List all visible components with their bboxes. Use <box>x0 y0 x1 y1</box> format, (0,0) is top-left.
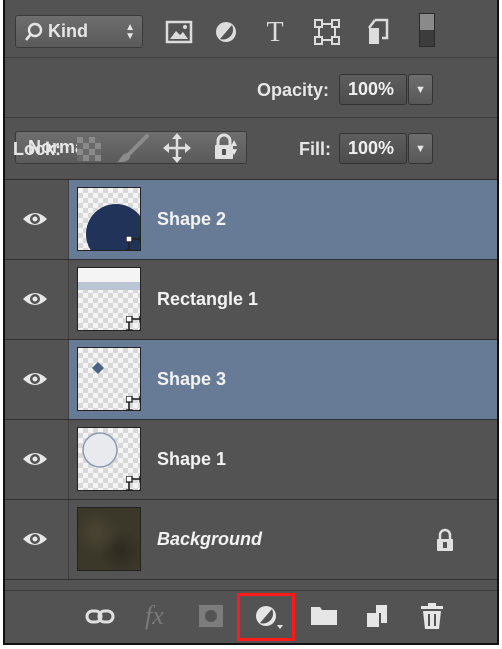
new-group-icon[interactable] <box>310 604 338 626</box>
layer-row-rectangle-1[interactable]: Rectangle 1 <box>5 260 497 340</box>
lock-label: Lock: <box>13 139 62 159</box>
visibility-eye-icon[interactable] <box>21 288 49 310</box>
vector-mask-icon <box>126 396 140 410</box>
bottom-toolbar: fx <box>5 590 497 644</box>
vector-mask-icon <box>126 236 140 250</box>
vector-mask-icon <box>126 476 140 490</box>
shape-filter-icon[interactable] <box>314 19 340 45</box>
fill-label: Fill: <box>299 139 331 159</box>
kind-filter-label: Kind <box>48 21 88 41</box>
opacity-dropdown-button[interactable]: ▼ <box>408 74 433 105</box>
lock-transparent-pixels-icon[interactable] <box>77 137 101 161</box>
visibility-eye-icon[interactable] <box>21 368 49 390</box>
delete-layer-icon[interactable] <box>420 602 444 630</box>
lock-position-icon[interactable] <box>163 133 191 163</box>
visibility-eye-icon[interactable] <box>21 448 49 470</box>
fill-input[interactable]: 100% <box>339 133 407 164</box>
shape-3-thumbnail <box>77 347 141 411</box>
lock-bar: Lock: Fill: 100% ▼ <box>5 118 497 180</box>
link-layers-icon[interactable] <box>85 607 115 627</box>
visibility-eye-icon[interactable] <box>21 208 49 230</box>
smart-object-filter-icon[interactable] <box>365 18 391 46</box>
layer-name[interactable]: Shape 2 <box>157 180 226 259</box>
updown-arrows-icon: ▲ ▼ <box>125 21 135 42</box>
search-icon <box>25 22 43 41</box>
shape-2-thumbnail <box>77 187 141 251</box>
highlight-box <box>237 593 295 641</box>
add-mask-icon[interactable] <box>198 604 224 628</box>
layer-lock-icon <box>437 528 453 551</box>
image-filter-icon[interactable] <box>165 20 193 44</box>
layer-name[interactable]: Shape 1 <box>157 420 226 499</box>
layer-name[interactable]: Background <box>157 500 262 579</box>
lock-image-pixels-icon[interactable] <box>115 134 149 164</box>
opacity-input[interactable]: 100% <box>339 74 407 105</box>
type-filter-icon[interactable]: T <box>262 18 288 46</box>
new-layer-icon[interactable] <box>365 603 389 629</box>
svg-text:T: T <box>266 18 283 46</box>
opacity-label: Opacity: <box>257 80 330 100</box>
fill-dropdown-button[interactable]: ▼ <box>408 133 433 164</box>
background-thumbnail <box>77 507 141 571</box>
layers-panel: Kind ▲ ▼ T Normal ▲ ▼ Opacity: 100% ▼ Lo… <box>3 0 499 645</box>
lock-all-icon[interactable] <box>213 133 235 161</box>
layer-row-background[interactable]: Background <box>5 500 497 580</box>
layer-row-shape-1[interactable]: Shape 1 <box>5 420 497 500</box>
kind-filter-select[interactable]: Kind ▲ ▼ <box>15 15 143 48</box>
filter-toggle-icon[interactable] <box>419 13 435 47</box>
vector-mask-icon <box>126 316 140 330</box>
visibility-eye-icon[interactable] <box>21 528 49 550</box>
shape-1-thumbnail <box>77 427 141 491</box>
filter-bar: Kind ▲ ▼ T <box>5 0 497 58</box>
layer-style-icon[interactable]: fx <box>145 601 164 631</box>
layer-row-shape-2[interactable]: Shape 2 <box>5 180 497 260</box>
layer-name[interactable]: Shape 3 <box>157 340 226 419</box>
adjustment-filter-icon[interactable] <box>214 20 238 44</box>
blend-bar: Normal ▲ ▼ Opacity: 100% ▼ <box>5 58 497 164</box>
layer-name[interactable]: Rectangle 1 <box>157 260 258 339</box>
layer-row-shape-3[interactable]: Shape 3 <box>5 340 497 420</box>
rectangle-1-thumbnail <box>77 267 141 331</box>
